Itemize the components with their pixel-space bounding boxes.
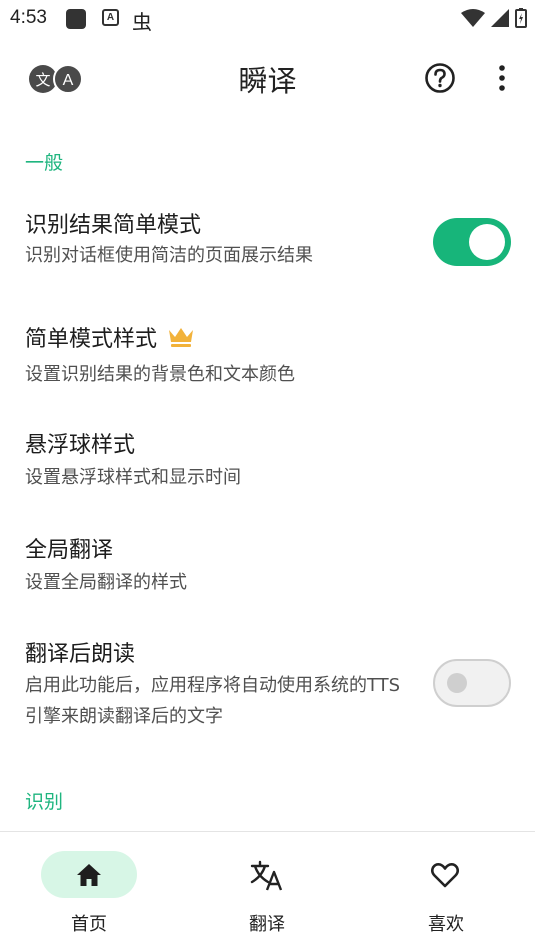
section-header-general: 一般 xyxy=(25,152,64,174)
setting-simple-style[interactable]: 简单模式样式 设置识别结果的背景色和文本颜色 xyxy=(0,312,535,392)
setting-subtitle: 设置识别结果的背景色和文本颜色 xyxy=(25,364,295,385)
heart-icon xyxy=(430,863,460,888)
setting-simple-mode[interactable]: 识别结果简单模式 识别对话框使用简洁的页面展示结果 xyxy=(0,200,535,290)
nav-item-favorites[interactable]: 喜欢 xyxy=(357,832,535,952)
setting-title: 识别结果简单模式 xyxy=(25,213,202,238)
toggle-knob xyxy=(469,224,505,260)
crown-icon xyxy=(169,328,194,347)
nav-label-home: 首页 xyxy=(71,914,107,935)
translate-icon xyxy=(250,860,283,891)
setting-subtitle: 设置全局翻译的样式 xyxy=(25,572,187,593)
read-aloud-toggle[interactable] xyxy=(433,659,511,707)
signal-icon xyxy=(491,9,509,27)
simple-mode-toggle[interactable] xyxy=(433,218,511,266)
nav-label-favorites: 喜欢 xyxy=(428,914,464,935)
setting-title-row: 简单模式样式 xyxy=(25,321,195,353)
more-options-icon[interactable] xyxy=(490,62,514,94)
nav-item-translate[interactable]: 翻译 xyxy=(178,832,356,952)
setting-title: 翻译后朗读 xyxy=(25,642,136,667)
nav-label-translate: 翻译 xyxy=(249,914,285,935)
setting-global-translate[interactable]: 全局翻译 设置全局翻译的样式 xyxy=(0,524,535,604)
setting-subtitle: 识别对话框使用简洁的页面展示结果 xyxy=(25,245,313,266)
status-time: 4:53 xyxy=(10,7,47,28)
bottom-nav: 首页 翻译 喜欢 xyxy=(0,832,535,952)
app-notification-icon xyxy=(66,9,86,29)
help-icon[interactable] xyxy=(424,62,456,94)
setting-title: 简单模式样式 xyxy=(25,327,158,352)
setting-subtitle: 设置悬浮球样式和显示时间 xyxy=(25,467,241,488)
section-header-recognition: 识别 xyxy=(25,791,64,813)
setting-title: 悬浮球样式 xyxy=(25,433,136,458)
battery-icon xyxy=(515,8,527,28)
setting-subtitle: 启用此功能后，应用程序将自动使用系统的TTS引擎来朗读翻译后的文字 xyxy=(25,675,401,727)
status-right xyxy=(461,8,527,28)
wifi-icon xyxy=(461,9,485,27)
bug-notification-icon: 虫 xyxy=(132,10,152,34)
nav-item-home[interactable]: 首页 xyxy=(0,832,178,952)
toggle-knob xyxy=(447,673,467,693)
setting-float-ball[interactable]: 悬浮球样式 设置悬浮球样式和显示时间 xyxy=(0,420,535,500)
setting-read-aloud[interactable]: 翻译后朗读 启用此功能后，应用程序将自动使用系统的TTS引擎来朗读翻译后的文字 xyxy=(0,628,535,738)
app-bar: 文 A 瞬译 xyxy=(0,40,535,116)
home-icon xyxy=(77,864,101,886)
status-bar: 4:53 A 虫 xyxy=(0,0,535,36)
setting-title: 全局翻译 xyxy=(25,538,114,563)
keyboard-notification-icon: A xyxy=(102,9,119,26)
